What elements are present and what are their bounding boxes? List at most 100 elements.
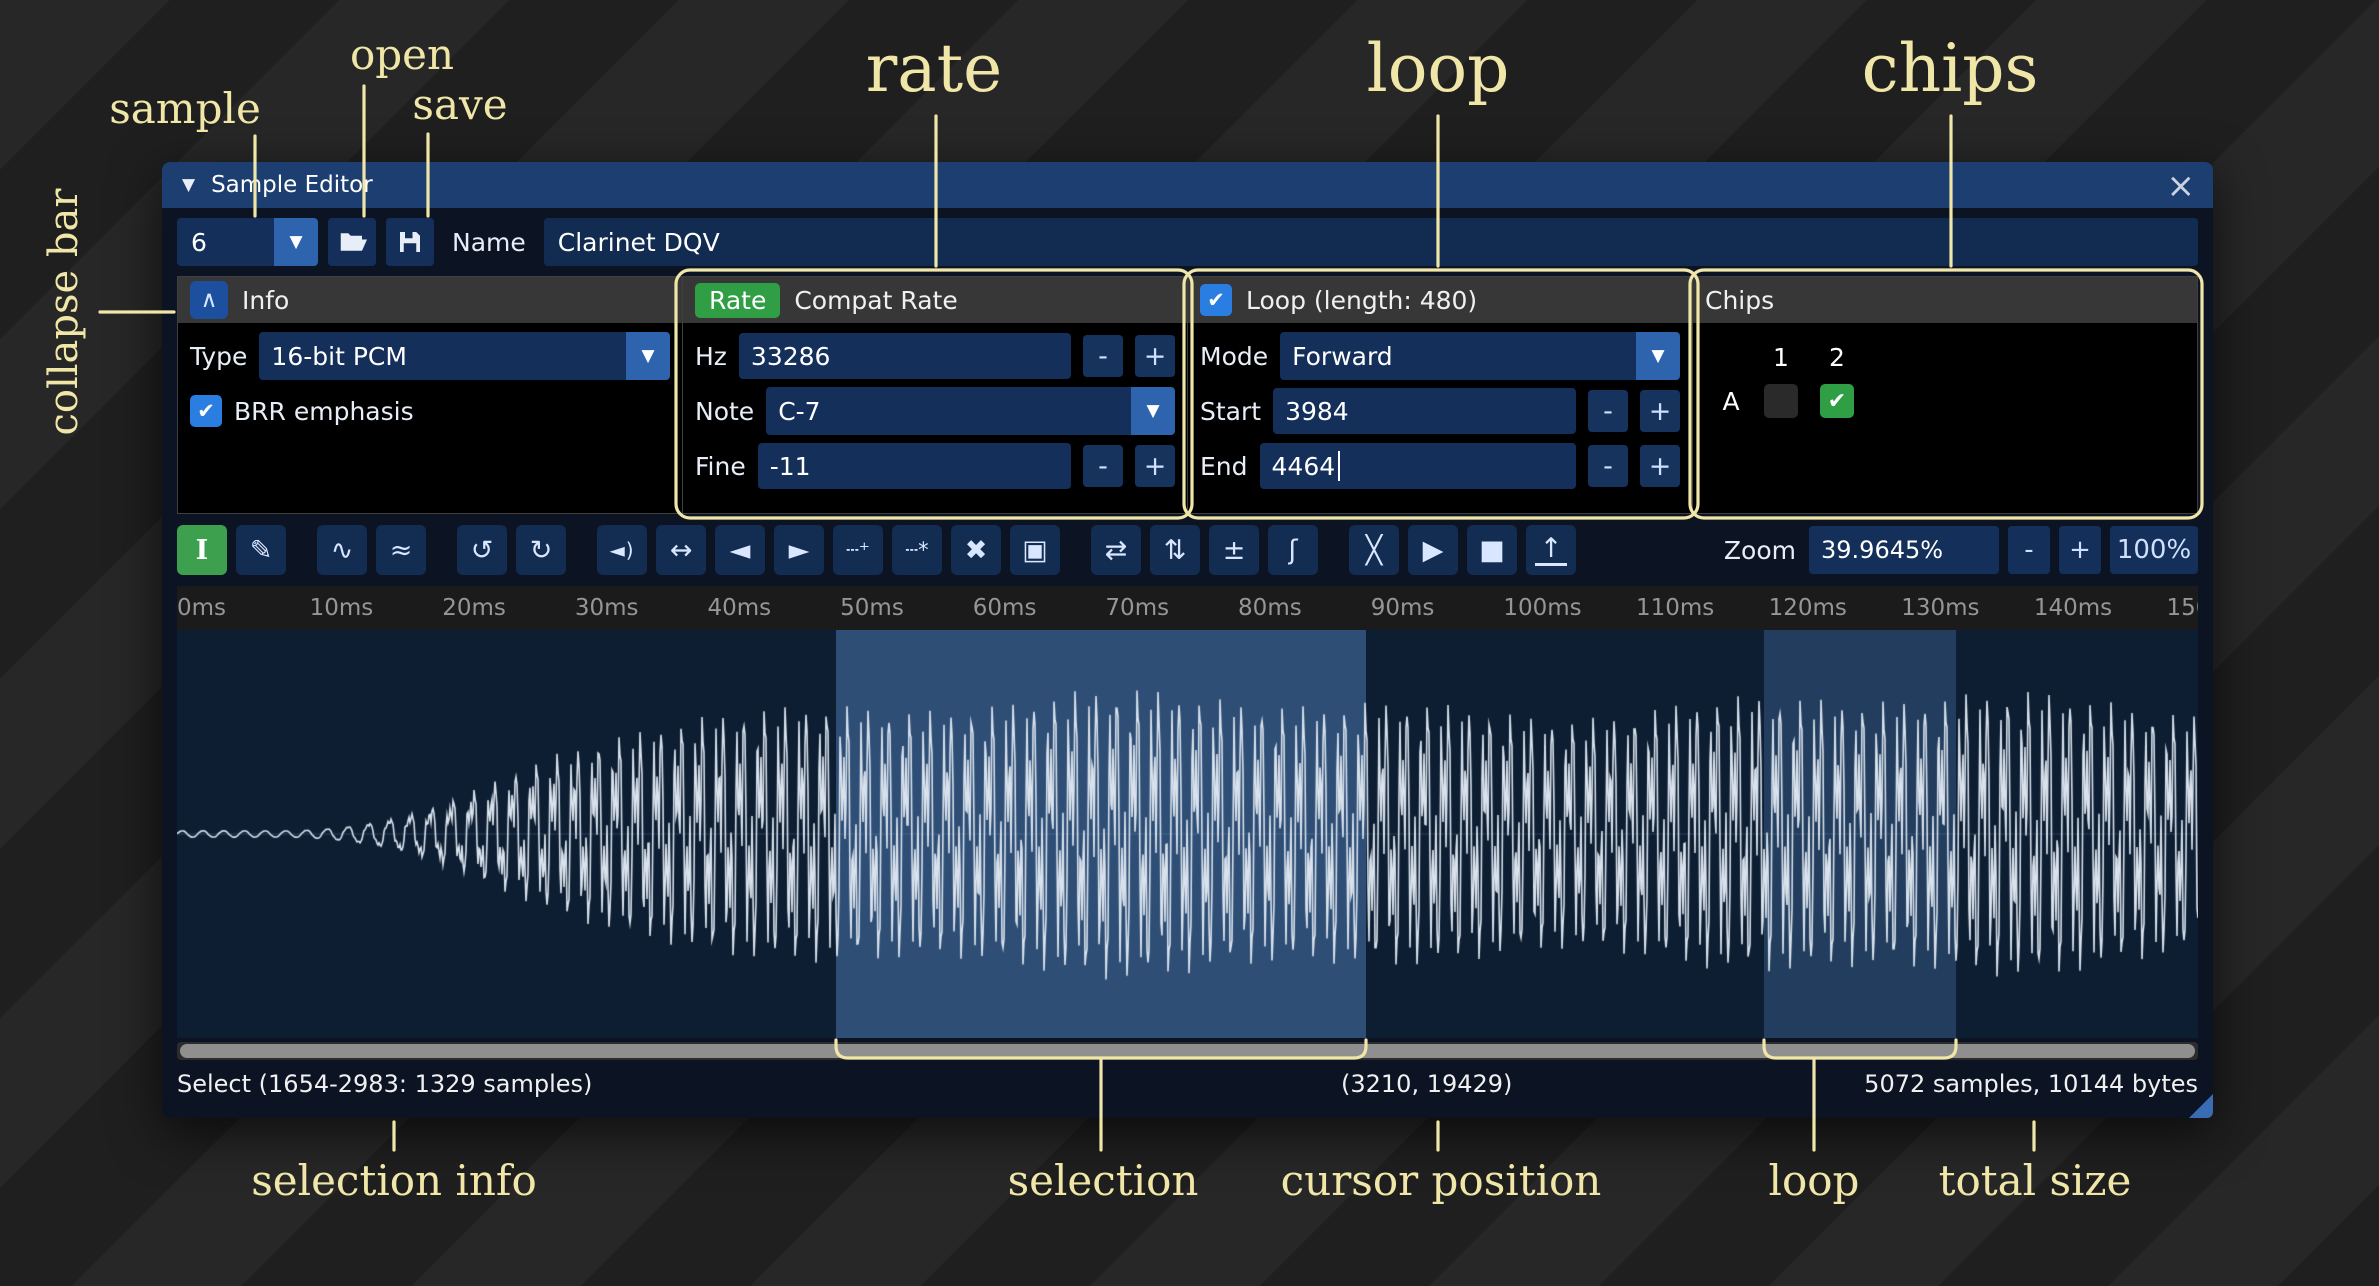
resize-icon[interactable]: ∿ xyxy=(317,525,367,575)
annotation-collapse-bar: collapse bar xyxy=(41,188,87,435)
loop-start-plus-button[interactable]: + xyxy=(1640,390,1680,432)
normalize-icon[interactable]: ↔ xyxy=(656,525,706,575)
annotation-loop-bottom: loop xyxy=(1769,1156,1860,1205)
statusbar: Select (1654-2983: 1329 samples) (3210, … xyxy=(177,1062,2198,1106)
brr-emphasis-checkbox[interactable]: ✔ xyxy=(190,395,222,427)
zoom-label: Zoom xyxy=(1724,536,1800,565)
redo-icon[interactable]: ↻ xyxy=(516,525,566,575)
loop-end-minus-button[interactable]: - xyxy=(1588,445,1628,487)
rate-panel-title: Compat Rate xyxy=(794,286,957,315)
sign-flip-icon[interactable]: ± xyxy=(1209,525,1259,575)
note-label: Note xyxy=(695,397,754,426)
fine-input[interactable]: -11 xyxy=(758,443,1071,489)
chevron-down-icon[interactable]: ▼ xyxy=(1131,387,1175,435)
note-dropdown[interactable]: C-7 ▼ xyxy=(766,387,1175,435)
resize-grip[interactable] xyxy=(2189,1094,2213,1118)
waveform-area[interactable] xyxy=(177,630,2198,1038)
undo-icon[interactable]: ↺ xyxy=(457,525,507,575)
hz-plus-button[interactable]: + xyxy=(1135,335,1175,377)
insert-silence-icon[interactable]: ┄⁺ xyxy=(833,525,883,575)
annotation-save: save xyxy=(412,80,507,129)
zoom-in-button[interactable]: + xyxy=(2059,526,2101,574)
loop-mode-label: Mode xyxy=(1200,342,1268,371)
save-button[interactable] xyxy=(386,218,434,266)
hz-value: 33286 xyxy=(751,342,831,371)
loop-mode-dropdown[interactable]: Forward ▼ xyxy=(1280,332,1680,380)
sample-editor-window: ▼ Sample Editor × 6 ▼ Name xyxy=(162,162,2213,1118)
invert-icon[interactable]: ⇅ xyxy=(1150,525,1200,575)
amplify-icon[interactable]: ◄) xyxy=(597,525,647,575)
brr-emphasis-label: BRR emphasis xyxy=(234,397,414,426)
export-icon[interactable]: ↑ xyxy=(1526,525,1576,575)
annotation-total-size: total size xyxy=(1939,1156,2132,1205)
sample-number-value: 6 xyxy=(191,228,207,257)
close-icon[interactable]: × xyxy=(2167,166,2196,206)
chips-panel-body: 1 2 A ✔ xyxy=(1693,323,2197,513)
chips-panel-header: Chips xyxy=(1693,277,2197,323)
trim-icon[interactable]: ▣ xyxy=(1010,525,1060,575)
loop-end-plus-button[interactable]: + xyxy=(1640,445,1680,487)
fade-out-icon[interactable]: ► xyxy=(774,525,824,575)
loop-panel-header: ✔ Loop (length: 480) xyxy=(1188,277,1692,323)
loop-enable-checkbox[interactable]: ✔ xyxy=(1200,284,1232,316)
window-title: Sample Editor xyxy=(211,172,373,198)
chevron-down-icon[interactable]: ▼ xyxy=(1636,332,1680,380)
timeline-label: 50ms xyxy=(840,595,904,621)
chip-1-checkbox[interactable] xyxy=(1764,384,1798,418)
timeline-label: 60ms xyxy=(973,595,1037,621)
timeline-ruler: 0ms10ms20ms30ms40ms50ms60ms70ms80ms90ms1… xyxy=(177,586,2198,630)
fine-label: Fine xyxy=(695,452,746,481)
hz-minus-button[interactable]: - xyxy=(1083,335,1123,377)
stop-icon[interactable]: ■ xyxy=(1467,525,1517,575)
loop-start-input[interactable]: 3984 xyxy=(1273,388,1576,434)
info-panel-header[interactable]: ∧ Info xyxy=(178,277,682,323)
save-floppy-icon xyxy=(395,227,425,257)
reverse-icon[interactable]: ⇄ xyxy=(1091,525,1141,575)
zoom-input[interactable]: 39.9645% xyxy=(1809,526,1999,574)
rate-panel-body: Hz 33286 - + Note C-7 ▼ xyxy=(683,323,1187,513)
select-mode-icon[interactable]: I xyxy=(177,525,227,575)
filter-icon[interactable]: ʃ xyxy=(1268,525,1318,575)
window-collapse-icon[interactable]: ▼ xyxy=(182,175,195,195)
selection-info-text: Select (1654-2983: 1329 samples) xyxy=(177,1070,592,1098)
zoom-value: 39.9645% xyxy=(1821,536,1943,564)
chip-2-checkbox[interactable]: ✔ xyxy=(1820,384,1854,418)
type-dropdown[interactable]: 16-bit PCM ▼ xyxy=(259,332,670,380)
scrollbar-thumb[interactable] xyxy=(180,1044,2195,1058)
waveform-canvas xyxy=(177,630,2198,1038)
fine-plus-button[interactable]: + xyxy=(1135,445,1175,487)
rate-panel-header: Rate Compat Rate xyxy=(683,277,1187,323)
chevron-down-icon[interactable]: ▼ xyxy=(274,218,318,266)
timeline-label: 120ms xyxy=(1769,595,1847,621)
annotation-rate: rate xyxy=(866,30,1002,107)
zoom-out-button[interactable]: - xyxy=(2008,526,2050,574)
cursor-position-text: (3210, 19429) xyxy=(1341,1070,1512,1098)
chevron-down-icon[interactable]: ▼ xyxy=(626,332,670,380)
loop-end-input[interactable]: 4464 xyxy=(1260,443,1576,489)
preview-icon[interactable]: ▶ xyxy=(1408,525,1458,575)
open-button[interactable] xyxy=(328,218,376,266)
titlebar[interactable]: ▼ Sample Editor × xyxy=(162,162,2213,208)
hz-input[interactable]: 33286 xyxy=(739,333,1071,379)
collapse-chevron-icon[interactable]: ∧ xyxy=(190,281,228,319)
sample-number-dropdown[interactable]: 6 ▼ xyxy=(177,218,318,266)
loop-start-value: 3984 xyxy=(1285,397,1349,426)
horizontal-scrollbar[interactable] xyxy=(177,1042,2198,1060)
text-caret xyxy=(1338,451,1340,481)
zoom-reset-button[interactable]: 100% xyxy=(2110,526,2198,574)
draw-mode-icon[interactable]: ✎ xyxy=(236,525,286,575)
crossfade-icon[interactable]: ╳ xyxy=(1349,525,1399,575)
info-panel-body: Type 16-bit PCM ▼ ✔ BRR emphasis xyxy=(178,323,682,513)
fade-in-icon[interactable]: ◄ xyxy=(715,525,765,575)
name-input[interactable]: Clarinet DQV xyxy=(544,218,2198,266)
apply-silence-icon[interactable]: ┄* xyxy=(892,525,942,575)
loop-end-label: End xyxy=(1200,452,1248,481)
type-label: Type xyxy=(190,342,247,371)
header-row: 6 ▼ Name Clarinet DQV xyxy=(177,218,2198,266)
rate-mode-button[interactable]: Rate xyxy=(695,283,780,318)
resample-icon[interactable]: ≈ xyxy=(376,525,426,575)
fine-minus-button[interactable]: - xyxy=(1083,445,1123,487)
delete-icon[interactable]: ✖ xyxy=(951,525,1001,575)
page: ▼ Sample Editor × 6 ▼ Name xyxy=(0,0,2379,1286)
loop-start-minus-button[interactable]: - xyxy=(1588,390,1628,432)
